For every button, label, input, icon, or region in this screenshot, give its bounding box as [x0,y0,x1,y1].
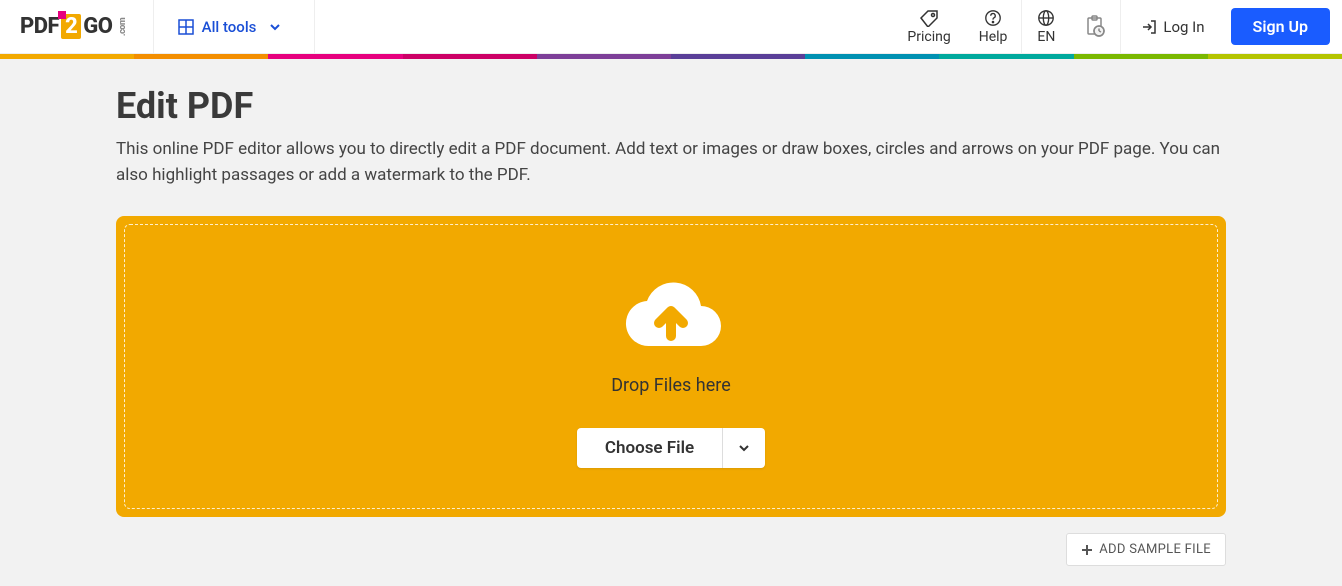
add-sample-label: ADD SAMPLE FILE [1099,542,1211,557]
chevron-down-icon [268,20,282,34]
language-label: EN [1037,29,1055,45]
clipboard-clock-icon [1084,15,1106,37]
pricing-label: Pricing [907,29,950,45]
dropzone-inner: Drop Files here Choose File [124,224,1218,509]
plus-icon [1081,544,1093,556]
login-icon [1141,19,1157,35]
main-content: Edit PDF This online PDF editor allows y… [116,59,1226,586]
all-tools-label: All tools [202,18,257,36]
logo-go: GO [83,14,112,39]
signup-button[interactable]: Sign Up [1231,8,1330,45]
page-title: Edit PDF [116,85,1226,127]
logo[interactable]: PDF 2 GO .com [0,0,154,53]
login-label: Log In [1163,18,1204,36]
all-tools-menu[interactable]: All tools [154,0,316,53]
logo-2: 2 [61,14,81,39]
logo-pdf: PDF [20,14,59,39]
grid-icon [178,19,194,35]
help-label: Help [979,29,1008,45]
history-link[interactable] [1070,0,1120,53]
language-selector[interactable]: EN [1022,0,1070,53]
signup-label: Sign Up [1253,17,1308,36]
pricing-link[interactable]: Pricing [893,0,964,53]
topbar: PDF 2 GO .com All tools Pricing Help EN … [0,0,1342,54]
chevron-down-icon [737,441,751,455]
page-subtitle: This online PDF editor allows you to dir… [116,137,1226,188]
logo-com: .com [119,17,129,35]
color-strip [0,54,1342,59]
choose-file-button[interactable]: Choose File [577,428,723,468]
help-link[interactable]: Help [965,0,1022,53]
help-icon [983,9,1003,27]
drop-text: Drop Files here [611,375,731,396]
dropzone[interactable]: Drop Files here Choose File [116,216,1226,517]
cloud-upload-icon [616,281,726,361]
choose-file-dropdown[interactable] [723,428,765,468]
spacer [315,0,893,53]
sample-row: ADD SAMPLE FILE [116,533,1226,566]
globe-icon [1036,9,1056,27]
login-link[interactable]: Log In [1121,0,1224,53]
add-sample-file-button[interactable]: ADD SAMPLE FILE [1066,533,1226,566]
pricing-icon [919,9,939,27]
choose-file-group: Choose File [577,428,765,468]
